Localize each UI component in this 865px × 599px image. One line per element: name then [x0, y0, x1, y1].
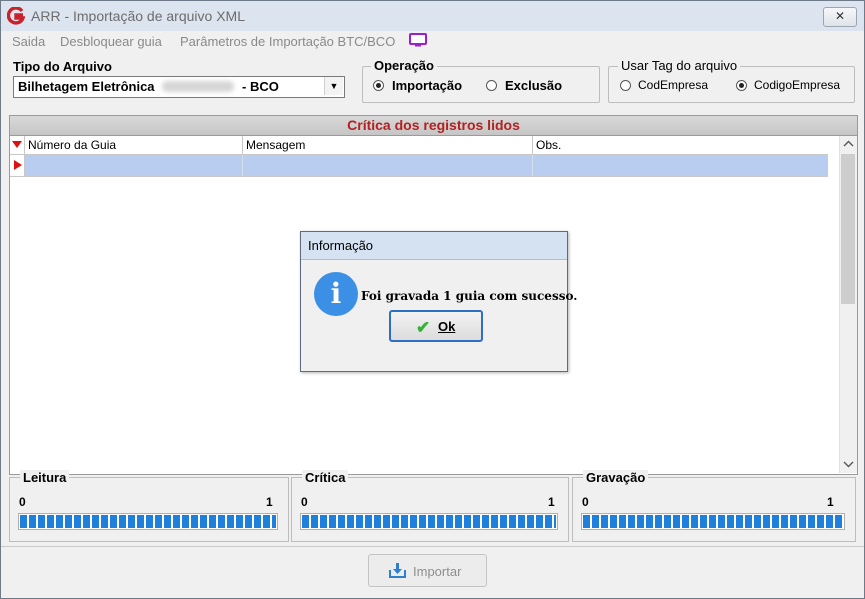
progress-panel-gravacao: Gravação 0 1	[572, 470, 856, 542]
ok-button-label: Ok	[438, 319, 456, 334]
radio-codempresa-label[interactable]: CodEmpresa	[638, 78, 708, 92]
grid-header: Número da Guia Mensagem Obs.	[10, 136, 828, 155]
tipo-arquivo-select[interactable]: Bilhetagem Eletrônica - BCO ▼	[13, 76, 345, 98]
tipo-arquivo-suffix: - BCO	[242, 79, 279, 94]
dialog-title-bar: Informação	[301, 232, 567, 260]
import-button[interactable]: Importar	[368, 554, 487, 587]
column-header-mensagem[interactable]: Mensagem	[243, 136, 533, 154]
radio-codempresa[interactable]	[620, 80, 631, 91]
menu-item-desbloquear-guia[interactable]: Desbloquear guia	[60, 34, 162, 49]
operacao-label: Operação	[371, 58, 437, 73]
window-title: ARR - Importação de arquivo XML	[31, 8, 245, 24]
sort-indicator-icon[interactable]	[10, 136, 25, 154]
dialog-title: Informação	[308, 238, 374, 253]
radio-importacao-label[interactable]: Importação	[392, 78, 462, 93]
close-button[interactable]: ✕	[823, 7, 857, 27]
import-button-label: Importar	[413, 564, 462, 579]
import-icon	[389, 563, 406, 578]
progress-fill-gravacao	[583, 515, 843, 528]
progress-max-gravacao: 1	[827, 495, 834, 509]
menu-item-saida[interactable]: Saida	[12, 34, 45, 49]
title-bar: ARR - Importação de arquivo XML ✕	[1, 1, 864, 31]
progress-panel-leitura: Leitura 0 1	[9, 470, 289, 542]
progress-min-gravacao: 0	[582, 495, 589, 509]
scroll-down-icon[interactable]	[840, 458, 857, 470]
checkmark-icon: ✔	[416, 318, 431, 337]
tipo-arquivo-label: Tipo do Arquivo	[13, 59, 112, 74]
cell-divider	[242, 155, 243, 176]
progress-label-leitura: Leitura	[20, 470, 70, 485]
progress-fill-critica	[302, 515, 556, 528]
progress-max-critica: 1	[548, 495, 555, 509]
chevron-down-icon[interactable]: ▼	[324, 77, 343, 95]
main-window: ARR - Importação de arquivo XML ✕ Saida …	[0, 0, 865, 599]
radio-exclusao-label[interactable]: Exclusão	[505, 78, 562, 93]
cell-divider	[532, 155, 533, 176]
information-dialog: Informação i Foi gravada 1 guia com suce…	[300, 231, 577, 372]
redacted-text	[162, 81, 234, 92]
progress-panel-critica: Crítica 0 1	[291, 470, 569, 542]
column-header-numero-guia[interactable]: Número da Guia	[25, 136, 243, 154]
row-indicator-icon	[10, 155, 25, 176]
dialog-message: Foi gravada 1 guia com sucesso.	[361, 289, 578, 303]
progress-bar-critica	[300, 513, 558, 530]
progress-bar-gravacao	[581, 513, 845, 530]
usar-tag-label: Usar Tag do arquivo	[618, 58, 741, 73]
grid-title: Crítica dos registros lidos	[10, 116, 857, 136]
column-header-obs[interactable]: Obs.	[533, 136, 828, 154]
progress-bar-leitura	[18, 513, 278, 530]
radio-codigoempresa[interactable]	[736, 80, 747, 91]
table-row[interactable]	[10, 155, 828, 177]
progress-min-leitura: 0	[19, 495, 26, 509]
app-logo-icon	[7, 7, 25, 25]
operacao-group: Operação Importação Exclusão	[362, 58, 600, 103]
tipo-arquivo-value: Bilhetagem Eletrônica	[18, 79, 155, 94]
vertical-scrollbar[interactable]	[839, 136, 857, 473]
usar-tag-group: Usar Tag do arquivo CodEmpresa CodigoEmp…	[608, 58, 855, 103]
radio-codigoempresa-label[interactable]: CodigoEmpresa	[754, 78, 840, 92]
progress-max-leitura: 1	[266, 495, 273, 509]
ok-button[interactable]: ✔ Ok	[389, 310, 483, 342]
progress-min-critica: 0	[301, 495, 308, 509]
scrollbar-thumb[interactable]	[841, 154, 855, 304]
menu-item-parametros-importacao[interactable]: Parâmetros de Importação BTC/BCO	[180, 34, 395, 49]
info-icon: i	[314, 272, 358, 316]
radio-exclusao[interactable]	[486, 80, 497, 91]
divider	[1, 546, 864, 547]
progress-fill-leitura	[20, 515, 276, 528]
scroll-up-icon[interactable]	[840, 138, 857, 150]
radio-importacao[interactable]	[373, 80, 384, 91]
progress-label-gravacao: Gravação	[583, 470, 649, 485]
progress-label-critica: Crítica	[302, 470, 349, 485]
monitor-icon[interactable]	[409, 33, 427, 47]
